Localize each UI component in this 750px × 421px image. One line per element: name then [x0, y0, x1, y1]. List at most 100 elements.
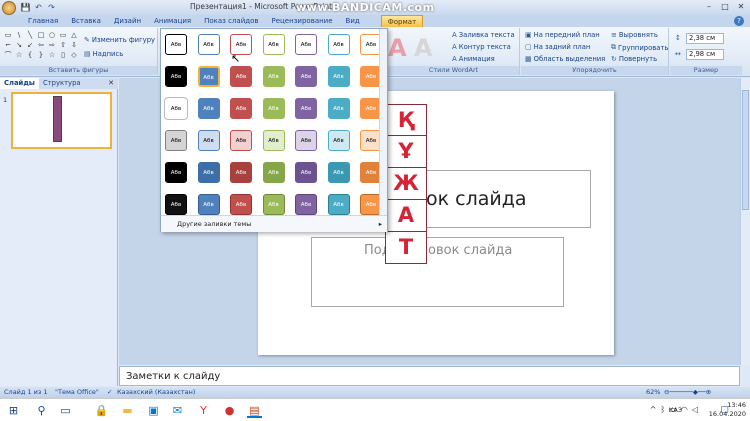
help-icon[interactable]: ? [734, 16, 744, 26]
animation-button[interactable]: A Анимация [452, 55, 495, 63]
shape-option[interactable]: ⇧ [58, 41, 68, 50]
wordart-style-gray[interactable]: A [414, 34, 433, 62]
shape-style-option[interactable]: Абв [262, 130, 285, 151]
keyboard-language[interactable]: КАЗ [669, 406, 682, 415]
shape-option[interactable]: ╲ [25, 31, 35, 40]
change-shape-button[interactable]: ✎ Изменить фигуру [84, 36, 155, 44]
shape-style-option[interactable]: Абв [262, 66, 285, 87]
shape-style-option[interactable]: Абв [197, 66, 220, 87]
shape-option[interactable]: \ [14, 31, 24, 40]
shape-style-option[interactable]: Абв [327, 194, 350, 215]
wordart-style-red[interactable]: A [388, 34, 407, 62]
shape-style-option[interactable]: Абв [327, 66, 350, 87]
shape-style-option[interactable]: Абв [230, 194, 252, 215]
width-input[interactable]: 2,98 см [686, 49, 724, 60]
vertical-scrollbar[interactable] [740, 78, 750, 365]
shape-style-option[interactable]: Абв [262, 98, 285, 119]
status-zoom[interactable]: 62% [646, 388, 660, 397]
record-icon[interactable]: ● [222, 403, 237, 418]
shape-style-option[interactable]: Абв [197, 98, 220, 119]
search-icon[interactable]: ⚲ [34, 403, 49, 418]
shape-style-option[interactable]: Абв [230, 162, 252, 183]
shape-style-option[interactable]: Абв [327, 34, 350, 55]
redo-icon[interactable]: ↷ [46, 2, 57, 13]
shape-style-option[interactable]: Абв [165, 66, 187, 87]
shape-option[interactable]: ☆ [47, 51, 57, 60]
undo-icon[interactable]: ↶ [33, 2, 44, 13]
close-button[interactable]: ✕ [734, 1, 748, 12]
shape-style-option[interactable]: Абв [295, 194, 317, 215]
shape-style-option[interactable]: Абв [327, 98, 350, 119]
lock-icon[interactable]: 🔒 [94, 403, 109, 418]
align-button[interactable]: ≡ Выровнять [611, 31, 658, 39]
tab-view[interactable]: Вид [340, 15, 366, 27]
task-view-icon[interactable]: ▭ [58, 403, 73, 418]
shape-option[interactable]: ▭ [58, 31, 68, 40]
status-language[interactable]: Казахский (Казахстан) [117, 388, 195, 397]
shape-style-option[interactable]: Абв [295, 34, 317, 55]
subtitle-placeholder[interactable]: Под овок слайда [311, 237, 564, 307]
tab-slideshow[interactable]: Показ слайдов [198, 15, 264, 27]
scroll-thumb[interactable] [742, 90, 749, 210]
text-box-button[interactable]: ▤ Надпись [84, 50, 123, 58]
minimize-button[interactable]: – [702, 1, 716, 12]
shape-style-option[interactable]: Абв [165, 34, 187, 55]
zoom-slider[interactable]: ⊖──────◆──⊕ [664, 388, 711, 397]
shape-option[interactable]: ⌐ [3, 41, 13, 50]
slide-thumbnail[interactable] [11, 92, 112, 149]
shape-option[interactable]: ⌒ [3, 51, 13, 60]
notes-pane[interactable]: Заметки к слайду [119, 366, 740, 386]
shape-style-option[interactable]: Абв [165, 130, 187, 151]
shape-option[interactable]: ▭ [3, 31, 13, 40]
tab-home[interactable]: Главная [22, 15, 64, 27]
shape-option[interactable]: ☆ [14, 51, 24, 60]
shape-option[interactable]: } [36, 51, 46, 60]
shape-style-option[interactable]: Абв [295, 130, 317, 151]
shape-style-option[interactable]: Абв [262, 34, 285, 55]
tab-slides[interactable]: Слайды [0, 78, 39, 89]
shape-style-option[interactable]: Абв [262, 162, 285, 183]
selection-pane-button[interactable]: ▦ Область выделения [525, 55, 605, 63]
shape-style-option[interactable]: Абв [197, 34, 220, 55]
shape-option[interactable]: { [25, 51, 35, 60]
letters-shape[interactable]: Қ Ұ Ж А Т [385, 104, 427, 264]
send-back-button[interactable]: ▢ На задний план [525, 43, 590, 51]
shape-style-option[interactable]: Абв [295, 66, 317, 87]
tab-review[interactable]: Рецензирование [266, 15, 339, 27]
rotate-button[interactable]: ↻ Повернуть [611, 55, 657, 63]
shape-option[interactable]: ⇨ [47, 41, 57, 50]
chevron-up-icon[interactable]: ^ [650, 405, 657, 414]
text-outline-button[interactable]: A Контур текста [452, 43, 511, 51]
shape-style-option[interactable]: Абв [165, 194, 187, 215]
shape-style-option[interactable]: Абв [197, 162, 220, 183]
shape-style-option[interactable]: Абв [327, 130, 350, 151]
tab-design[interactable]: Дизайн [108, 15, 147, 27]
tab-format[interactable]: Формат [380, 15, 424, 27]
shape-option[interactable]: ↘ [14, 41, 24, 50]
maximize-button[interactable]: □ [718, 1, 732, 12]
shape-option[interactable]: △ [69, 31, 79, 40]
text-fill-button[interactable]: A Заливка текста [452, 31, 515, 39]
yandex-browser-icon[interactable]: Y [196, 403, 211, 418]
office-button[interactable] [2, 1, 16, 15]
panel-close-icon[interactable]: ✕ [108, 78, 114, 89]
shape-style-option[interactable]: Абв [230, 130, 252, 151]
bring-front-button[interactable]: ▣ На передний план [525, 31, 600, 39]
height-input[interactable]: 2,38 см [686, 33, 724, 44]
shape-style-option[interactable]: Абв [327, 162, 350, 183]
gallery-scrollbar[interactable] [379, 29, 387, 215]
shape-style-option[interactable]: Абв [197, 130, 220, 151]
tab-animation[interactable]: Анимация [148, 15, 197, 27]
more-theme-fills[interactable]: Другие заливки темы ▸ [161, 215, 387, 232]
shape-option[interactable]: □ [36, 31, 46, 40]
group-button[interactable]: ⧉ Группировать [611, 43, 668, 52]
shape-option[interactable]: ▯ [58, 51, 68, 60]
shape-style-option[interactable]: Абв [165, 98, 187, 119]
shape-style-option[interactable]: Абв [295, 162, 317, 183]
shape-option[interactable]: ⇩ [69, 41, 79, 50]
shape-style-option[interactable]: Абв [295, 98, 317, 119]
shape-option[interactable]: ◇ [69, 51, 79, 60]
shape-style-option[interactable]: Абв [230, 66, 252, 87]
shape-option[interactable]: ↙ [25, 41, 35, 50]
tab-insert[interactable]: Вставка [65, 15, 107, 27]
